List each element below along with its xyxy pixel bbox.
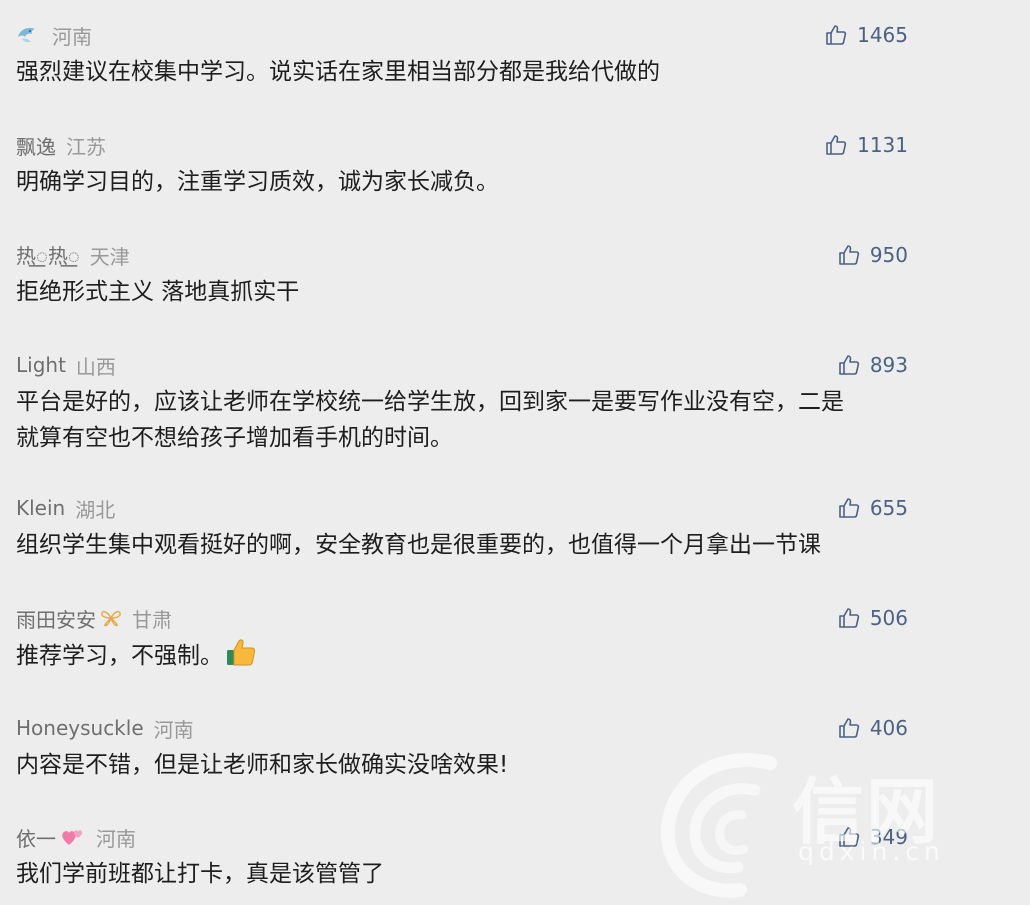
thumbs-up-emoji <box>225 637 257 678</box>
like-button[interactable]: 655 <box>837 493 908 523</box>
user-region: 湖北 <box>75 497 116 522</box>
comment-meta: 河南 <box>16 20 908 50</box>
user-region: 河南 <box>52 24 92 49</box>
comment-text: 内容是不错，但是让老师和家长做确实没啥效果! <box>16 752 509 778</box>
user-name[interactable]: Honeysuckle <box>16 716 144 740</box>
comment-item: 雨田安安 甘肃 506 推荐学习，不强制。 <box>16 603 908 678</box>
user-region: 山西 <box>75 354 116 379</box>
like-count: 349 <box>869 825 908 849</box>
thumbs-up-icon <box>826 135 847 155</box>
like-count: 893 <box>869 353 908 377</box>
comment-meta: Light 山西 <box>16 350 908 380</box>
comment-text-content: 推荐学习，不强制。 <box>16 643 223 669</box>
thumbs-up-icon <box>826 25 847 45</box>
comment-meta: 雨田安安 甘肃 <box>16 603 908 633</box>
user-region: 甘肃 <box>132 607 172 632</box>
dolphin-icon <box>16 25 38 45</box>
thumbs-up-icon <box>839 718 859 738</box>
thumbs-up-icon <box>839 498 859 518</box>
comment-item: 飘逸 江苏 1131 明确学习目的，注重学习质效，诚为家长减负。 <box>16 130 908 200</box>
like-button[interactable]: 506 <box>837 603 908 633</box>
user-name[interactable]: 飘逸 <box>16 131 56 160</box>
like-count: 655 <box>869 496 908 520</box>
comment-text: 组织学生集中观看挺好的啊，安全教育也是很重要的，也值得一个月拿出一节课 <box>16 532 821 558</box>
like-count: 406 <box>869 716 908 740</box>
like-button[interactable]: 950 <box>837 240 908 270</box>
butterfly-icon <box>100 609 122 627</box>
thumbs-up-icon <box>839 355 859 375</box>
user-name[interactable]: 雨田安安 <box>16 604 96 633</box>
like-count: 1131 <box>857 133 908 157</box>
user-name[interactable]: Klein <box>16 496 65 520</box>
like-button[interactable]: 406 <box>837 713 908 743</box>
user-name[interactable]: 依一 <box>16 823 56 852</box>
comment-text: 我们学前班都让打卡，真是该管管了 <box>16 861 384 887</box>
like-count: 506 <box>869 606 908 630</box>
user-region: 江苏 <box>66 134 106 159</box>
comment-meta: Klein 湖北 <box>16 493 908 523</box>
comment-text: 平台是好的，应该让老师在学校统一给学生放，回到家一是要写作业没有空，二是 就算有… <box>16 384 908 456</box>
comment-item: 依一 河南 349 我们学前班都让打卡，真是该管管了 <box>16 822 908 892</box>
comment-meta: 依一 河南 <box>16 822 908 852</box>
comment-text: 推荐学习，不强制。 <box>16 637 908 678</box>
user-name[interactable]: Light <box>16 353 66 377</box>
like-button[interactable]: 1465 <box>824 20 908 50</box>
comment-text-line: 平台是好的，应该让老师在学校统一给学生放，回到家一是要写作业没有空，二是 <box>16 389 844 415</box>
comment-item: 河南 1465 强烈建议在校集中学习。说实话在家里相当部分都是我给代做的 <box>16 20 908 90</box>
thumbs-up-icon <box>839 608 859 628</box>
comment-item: Klein 湖北 655 组织学生集中观看挺好的啊，安全教育也是很重要的，也值得… <box>16 493 908 563</box>
comment-item: 热꯭热꯭ 天津 950 拒绝形式主义 落地真抓实干 <box>16 240 908 310</box>
like-button[interactable]: 1131 <box>824 130 908 160</box>
hearts-icon <box>60 826 86 848</box>
like-button[interactable]: 349 <box>837 822 908 852</box>
like-button[interactable]: 893 <box>837 350 908 380</box>
user-name[interactable]: 热꯭热꯭ <box>16 240 80 270</box>
like-count: 1465 <box>857 23 908 47</box>
user-region: 河南 <box>96 826 136 851</box>
comment-meta: Honeysuckle 河南 <box>16 713 908 743</box>
comment-text: 强烈建议在校集中学习。说实话在家里相当部分都是我给代做的 <box>16 59 660 85</box>
thumbs-up-icon <box>839 245 859 265</box>
user-region: 天津 <box>89 244 130 269</box>
comment-meta: 热꯭热꯭ 天津 <box>16 240 908 270</box>
comment-text: 拒绝形式主义 落地真抓实干 <box>16 279 300 305</box>
comment-text: 明确学习目的，注重学习质效，诚为家长减负。 <box>16 169 499 195</box>
comment-text-line: 就算有空也不想给孩子增加看手机的时间。 <box>16 425 453 451</box>
like-count: 950 <box>869 243 908 267</box>
comment-item: Light 山西 893 平台是好的，应该让老师在学校统一给学生放，回到家一是要… <box>16 350 908 456</box>
comment-item: Honeysuckle 河南 406 内容是不错，但是让老师和家长做确实没啥效果… <box>16 713 908 783</box>
user-region: 河南 <box>153 717 194 742</box>
thumbs-up-icon <box>839 827 859 847</box>
comment-meta: 飘逸 江苏 <box>16 130 908 160</box>
